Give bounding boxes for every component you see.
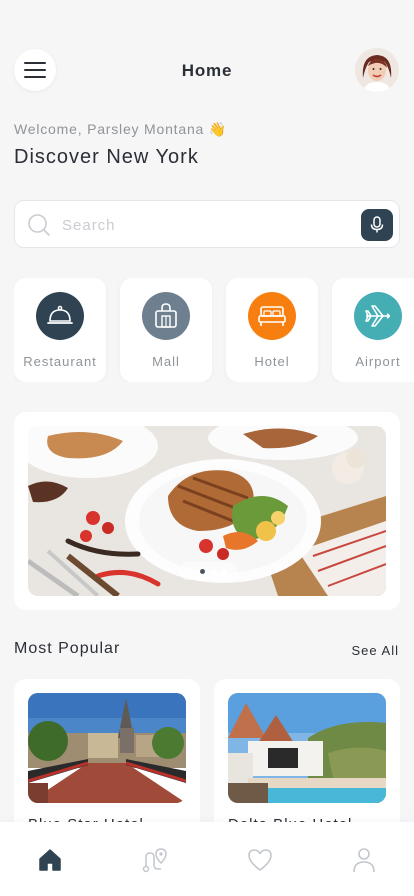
category-hotel[interactable]: Hotel bbox=[226, 278, 318, 382]
microphone-icon[interactable] bbox=[361, 209, 393, 241]
home-icon[interactable] bbox=[36, 846, 64, 874]
category-restaurant[interactable]: Restaurant bbox=[14, 278, 106, 382]
avatar-portrait bbox=[355, 48, 399, 92]
user-icon[interactable] bbox=[350, 846, 378, 874]
shopping-bag-icon bbox=[142, 292, 190, 340]
welcome-text: Welcome, Parsley Montana 👋 bbox=[14, 121, 228, 137]
popular-card[interactable]: Blue Star Hotel bbox=[14, 679, 200, 839]
category-label: Airport bbox=[355, 354, 401, 369]
search-icon bbox=[27, 213, 51, 242]
see-all-link[interactable]: See All bbox=[352, 643, 399, 658]
category-label: Restaurant bbox=[23, 354, 97, 369]
category-label: Hotel bbox=[254, 354, 290, 369]
bed-icon bbox=[248, 292, 296, 340]
route-icon[interactable] bbox=[140, 846, 168, 874]
category-airport[interactable]: Airport bbox=[332, 278, 414, 382]
page-title: Home bbox=[181, 61, 233, 80]
cloche-icon bbox=[36, 292, 84, 340]
section-title: Most Popular bbox=[14, 640, 121, 657]
carousel-dot[interactable] bbox=[211, 568, 216, 574]
hotel-photo bbox=[28, 693, 186, 803]
category-list: Restaurant Mall Hotel Airport bbox=[14, 278, 414, 382]
carousel-dot[interactable] bbox=[189, 568, 194, 574]
category-label: Mall bbox=[152, 354, 180, 369]
avatar[interactable] bbox=[355, 48, 399, 92]
carousel-dot[interactable] bbox=[222, 568, 227, 574]
featured-banner[interactable] bbox=[14, 412, 400, 610]
headline: Discover New York bbox=[14, 146, 199, 168]
bottom-navigation bbox=[0, 822, 414, 896]
search-input[interactable] bbox=[62, 213, 352, 237]
category-mall[interactable]: Mall bbox=[120, 278, 212, 382]
popular-card[interactable]: Delta Blue Hotel bbox=[214, 679, 400, 839]
hotel-photo bbox=[228, 693, 386, 803]
carousel-dot-active[interactable] bbox=[200, 568, 205, 574]
carousel-indicator[interactable] bbox=[179, 562, 237, 580]
airplane-icon bbox=[354, 292, 402, 340]
search-bar[interactable] bbox=[14, 200, 400, 248]
heart-icon[interactable] bbox=[246, 846, 274, 874]
